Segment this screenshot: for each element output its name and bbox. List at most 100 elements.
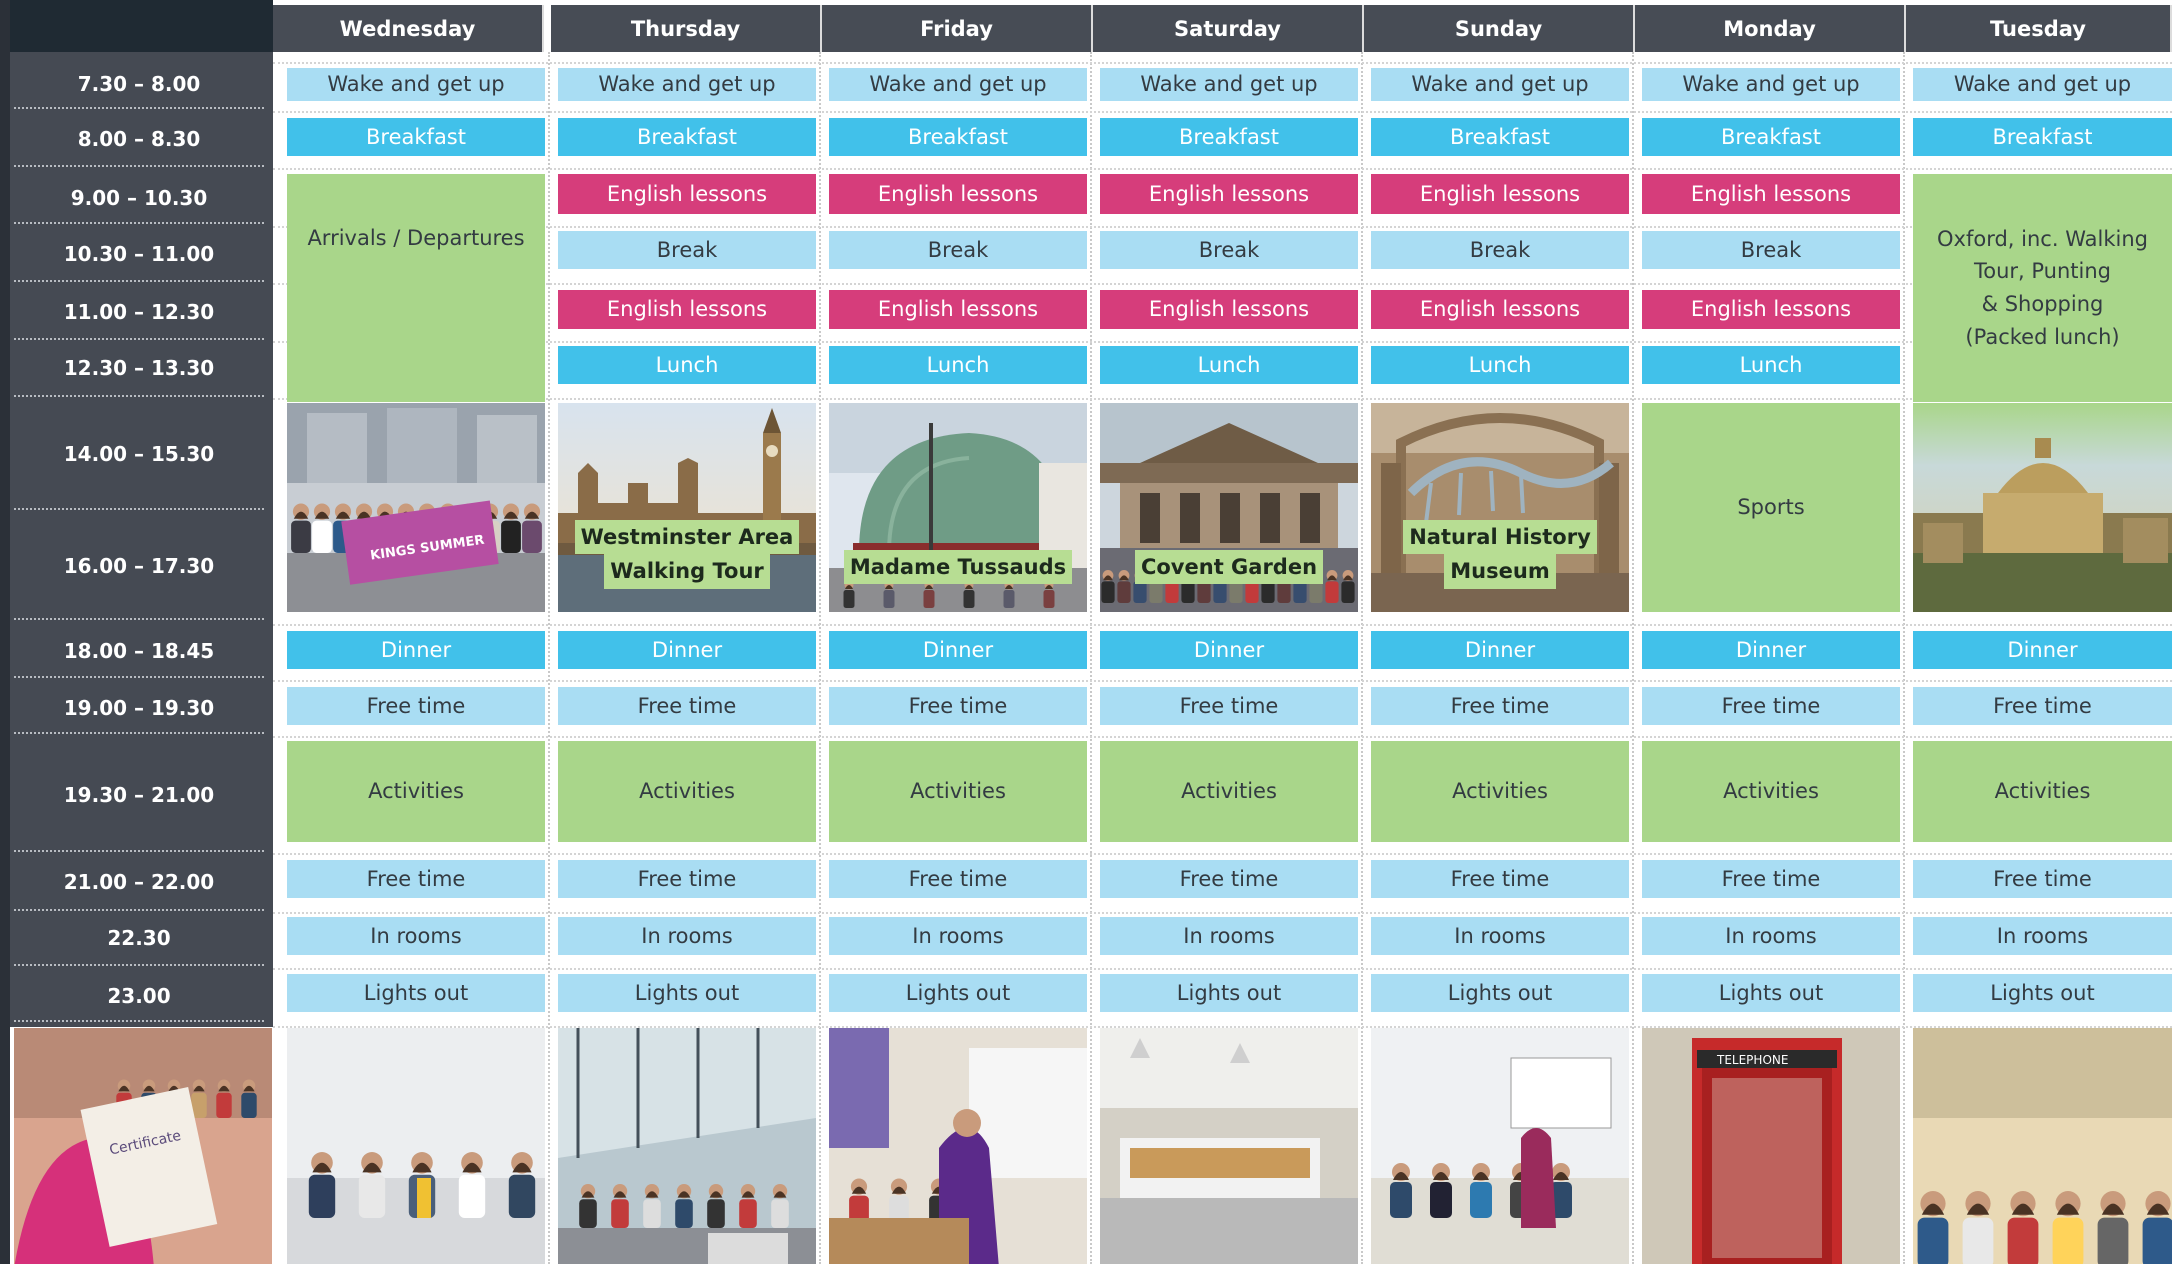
- cell-free-time: Free time: [1100, 860, 1358, 898]
- cell-break: Break: [558, 231, 816, 269]
- time-separator: [14, 338, 264, 340]
- cell-english-lessons: English lessons: [1371, 174, 1629, 214]
- oxford-line: Oxford, inc. Walking: [1937, 226, 2148, 251]
- certificate-photo: Certificate: [14, 1028, 273, 1264]
- lecture-room-photo: [1371, 1028, 1629, 1264]
- cell-free-time: Free time: [1371, 687, 1629, 725]
- cell-wake: Wake and get up: [829, 68, 1087, 101]
- cell-in-rooms: In rooms: [1913, 917, 2172, 955]
- oxford-photo: [1913, 403, 2172, 612]
- time-label: 22.30: [107, 926, 171, 950]
- cell-activities: Activities: [1913, 741, 2172, 842]
- column-divider: [548, 52, 550, 1264]
- cell-free-time: Free time: [1371, 860, 1629, 898]
- cell-wake: Wake and get up: [1371, 68, 1629, 101]
- time-separator: [14, 618, 264, 620]
- cell-activities: Activities: [1100, 741, 1358, 842]
- row-divider: [273, 736, 2172, 738]
- cell-english-lessons: English lessons: [1642, 174, 1900, 214]
- cell-lights-out: Lights out: [1100, 974, 1358, 1012]
- common-room-photo: [558, 1028, 816, 1264]
- time-label: 7.30 – 8.00: [77, 72, 201, 96]
- column-divider: [1903, 52, 1905, 1264]
- cell-lunch: Lunch: [829, 346, 1087, 384]
- day-header-saturday: Saturday: [1093, 5, 1364, 52]
- cell-free-time: Free time: [1913, 860, 2172, 898]
- cell-dinner: Dinner: [1100, 631, 1358, 669]
- cell-activities: Activities: [829, 741, 1087, 842]
- cell-dinner: Dinner: [829, 631, 1087, 669]
- cell-lights-out: Lights out: [287, 974, 545, 1012]
- excursion-label: Museum: [1444, 554, 1556, 589]
- cell-arrivals-departures: Arrivals / Departures: [287, 174, 545, 402]
- corner-block: [0, 0, 273, 52]
- time-separator: [14, 909, 264, 911]
- excursion-label: Madame Tussauds: [843, 550, 1073, 585]
- canteen-photo: [1100, 1028, 1358, 1264]
- day-header-thursday: Thursday: [551, 5, 822, 52]
- arrivals-label: Arrivals / Departures: [307, 225, 525, 250]
- cell-breakfast: Breakfast: [1913, 118, 2172, 156]
- cell-in-rooms: In rooms: [829, 917, 1087, 955]
- cell-free-time: Free time: [287, 687, 545, 725]
- cell-free-time: Free time: [287, 860, 545, 898]
- cell-free-time: Free time: [829, 860, 1087, 898]
- cell-breakfast: Breakfast: [558, 118, 816, 156]
- oxford-line: (Packed lunch): [1965, 324, 2120, 349]
- time-label: 11.00 – 12.30: [63, 300, 215, 324]
- time-label: 18.00 – 18.45: [63, 639, 215, 663]
- oxford-line: & Shopping: [1981, 292, 2104, 316]
- cell-break: Break: [1371, 231, 1629, 269]
- day-header-sunday: Sunday: [1364, 5, 1635, 52]
- tourists-photo: [1913, 1028, 2172, 1264]
- cell-english-lessons: English lessons: [558, 174, 816, 214]
- column-divider: [1361, 52, 1363, 1264]
- arrivals-group-photo: KINGS SUMMER: [287, 403, 545, 612]
- excursion-label-wrap: Covent Garden: [1100, 550, 1358, 585]
- cell-lunch: Lunch: [1642, 346, 1900, 384]
- cell-breakfast: Breakfast: [287, 118, 545, 156]
- cell-english-lessons: English lessons: [829, 290, 1087, 329]
- cell-free-time: Free time: [829, 687, 1087, 725]
- column-divider: [1632, 52, 1634, 1264]
- excursion-label-wrap: Madame Tussauds: [829, 550, 1087, 585]
- cell-break: Break: [1100, 231, 1358, 269]
- time-label: 19.00 – 19.30: [63, 696, 215, 720]
- cell-breakfast: Breakfast: [1100, 118, 1358, 156]
- cell-wake: Wake and get up: [1642, 68, 1900, 101]
- cell-lights-out: Lights out: [558, 974, 816, 1012]
- cell-break: Break: [829, 231, 1087, 269]
- excursion-label: Natural History: [1403, 520, 1597, 555]
- time-label: 10.30 – 11.00: [63, 242, 215, 266]
- oxford-line: Tour, Punting: [1973, 259, 2112, 284]
- cell-free-time: Free time: [1913, 687, 2172, 725]
- telephone-box-photo: TELEPHONE: [1642, 1028, 1900, 1264]
- time-label: 16.00 – 17.30: [63, 554, 215, 578]
- cell-english-lessons: English lessons: [1100, 290, 1358, 329]
- cell-activities: Activities: [558, 741, 816, 842]
- cell-in-rooms: In rooms: [1371, 917, 1629, 955]
- cell-wake: Wake and get up: [558, 68, 816, 101]
- cell-lights-out: Lights out: [829, 974, 1087, 1012]
- row-divider: [273, 341, 2172, 343]
- cell-lights-out: Lights out: [1371, 974, 1629, 1012]
- row-divider: [273, 624, 2172, 626]
- excursion-label: Westminster Area: [574, 520, 800, 555]
- cell-lunch: Lunch: [1100, 346, 1358, 384]
- left-edge: [0, 0, 10, 1264]
- day-header-wednesday: Wednesday: [273, 5, 544, 52]
- time-separator: [14, 732, 264, 734]
- time-separator: [14, 165, 264, 167]
- cell-english-lessons: English lessons: [558, 290, 816, 329]
- cell-dinner: Dinner: [1913, 631, 2172, 669]
- time-separator: [14, 222, 264, 224]
- time-separator: [14, 107, 264, 109]
- cell-dinner: Dinner: [1642, 631, 1900, 669]
- cell-dinner: Dinner: [1371, 631, 1629, 669]
- cell-lights-out: Lights out: [1913, 974, 2172, 1012]
- day-header-tuesday: Tuesday: [1906, 5, 2172, 52]
- cell-english-lessons: English lessons: [829, 174, 1087, 214]
- cell-english-lessons: English lessons: [1371, 290, 1629, 329]
- cell-sports: Sports: [1642, 403, 1900, 612]
- time-separator: [14, 1020, 264, 1022]
